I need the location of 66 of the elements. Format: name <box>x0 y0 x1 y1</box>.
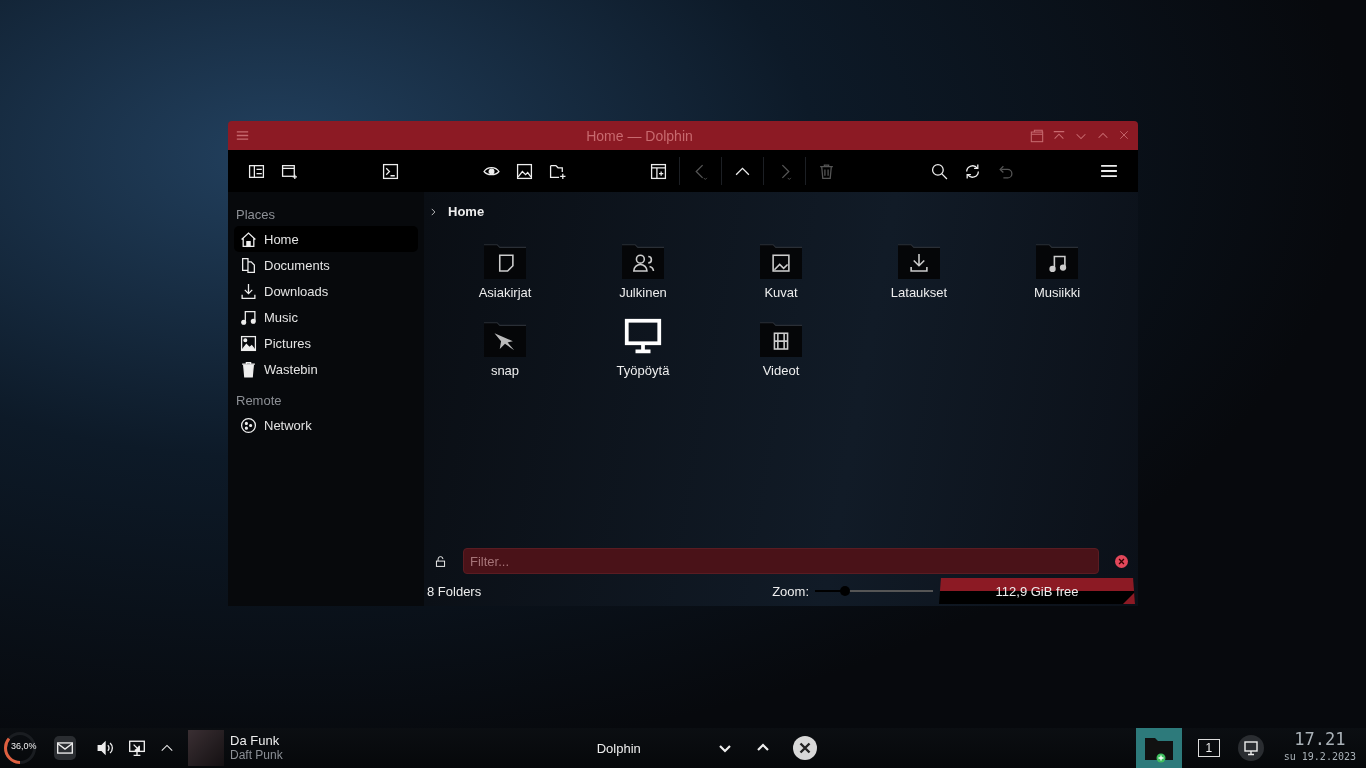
breadcrumb-item[interactable]: Home <box>448 204 485 219</box>
split-view-icon[interactable] <box>248 162 265 180</box>
folder-count: 8 Folders <box>427 583 483 599</box>
trash-icon[interactable] <box>818 162 835 180</box>
folder-bird-icon <box>484 320 526 357</box>
home-icon <box>240 230 257 248</box>
track-artist: Daft Punk <box>230 748 283 763</box>
folder-name[interactable]: snap <box>490 363 520 378</box>
close-icon[interactable] <box>792 736 817 760</box>
menu-icon[interactable] <box>1100 162 1118 180</box>
sidebar-item[interactable]: Network <box>234 412 418 438</box>
documents-icon <box>240 256 257 274</box>
folder-name[interactable]: Kuvat <box>764 285 798 300</box>
corner-marker <box>1123 592 1135 604</box>
slider-thumb[interactable] <box>839 586 850 596</box>
section-heading: Places <box>235 206 277 224</box>
desktop-pager[interactable]: 1 <box>1197 739 1220 757</box>
chevron-icon[interactable] <box>428 206 438 217</box>
new-folder-icon[interactable] <box>549 162 566 180</box>
folder-document-icon <box>484 242 526 279</box>
folder-picture-icon <box>760 242 802 279</box>
mail-icon[interactable] <box>56 739 74 757</box>
terminal-icon[interactable] <box>382 162 399 180</box>
task-button[interactable]: Dolphin <box>596 740 717 756</box>
folder-name[interactable]: Asiakirjat <box>478 285 532 300</box>
speaker-icon[interactable] <box>96 739 114 757</box>
folder-film-icon <box>760 320 802 357</box>
window-title: Home — Dolphin <box>585 127 694 144</box>
filter-field[interactable]: Filter... <box>463 548 1099 574</box>
sidebar-item[interactable]: Home <box>234 226 418 252</box>
panel-icon[interactable] <box>650 162 667 180</box>
sidebar-item[interactable]: Documents <box>234 252 418 278</box>
battery-percent: 36,0% <box>11 741 37 751</box>
sidebar-item[interactable]: Pictures <box>234 330 418 356</box>
picture-icon <box>240 334 257 352</box>
folder-name[interactable]: Lataukset <box>890 285 948 300</box>
clock-date[interactable]: su 19.2.2023 <box>1283 748 1356 765</box>
folder-people-icon <box>622 242 664 279</box>
search-icon[interactable] <box>931 162 948 180</box>
lock-icon[interactable] <box>434 554 447 568</box>
zoom-label: Zoom: <box>772 583 809 599</box>
new-tab-icon[interactable] <box>281 162 298 180</box>
folder-download-icon <box>898 242 940 279</box>
display-icon[interactable] <box>128 739 146 757</box>
download-icon <box>240 282 257 300</box>
folder-music-note-icon <box>1036 242 1078 279</box>
sidebar-item[interactable]: Wastebin <box>234 356 418 382</box>
zoom-slider[interactable] <box>815 586 933 596</box>
network-icon <box>240 416 257 434</box>
folder-name[interactable]: Videot <box>762 363 800 378</box>
clock-time[interactable]: 17.21 <box>1294 731 1346 748</box>
clear-icon[interactable] <box>1115 554 1128 568</box>
section-heading: Remote <box>235 392 283 410</box>
folder-name[interactable]: Musiikki <box>1033 285 1081 300</box>
image-icon[interactable] <box>516 162 533 180</box>
sidebar-item[interactable]: Downloads <box>234 278 418 304</box>
sidebar-item[interactable]: Music <box>234 304 418 330</box>
back-icon[interactable] <box>692 162 709 180</box>
folder-name[interactable]: Julkinen <box>619 285 667 300</box>
folder-name[interactable]: Työpöytä <box>616 363 670 378</box>
file-manager-task[interactable] <box>1135 728 1182 768</box>
trash-icon <box>240 360 257 378</box>
music-note-icon <box>240 308 257 326</box>
monitor-icon[interactable] <box>1237 735 1264 761</box>
track-title: Da Funk <box>230 733 281 748</box>
refresh-icon[interactable] <box>964 162 981 180</box>
